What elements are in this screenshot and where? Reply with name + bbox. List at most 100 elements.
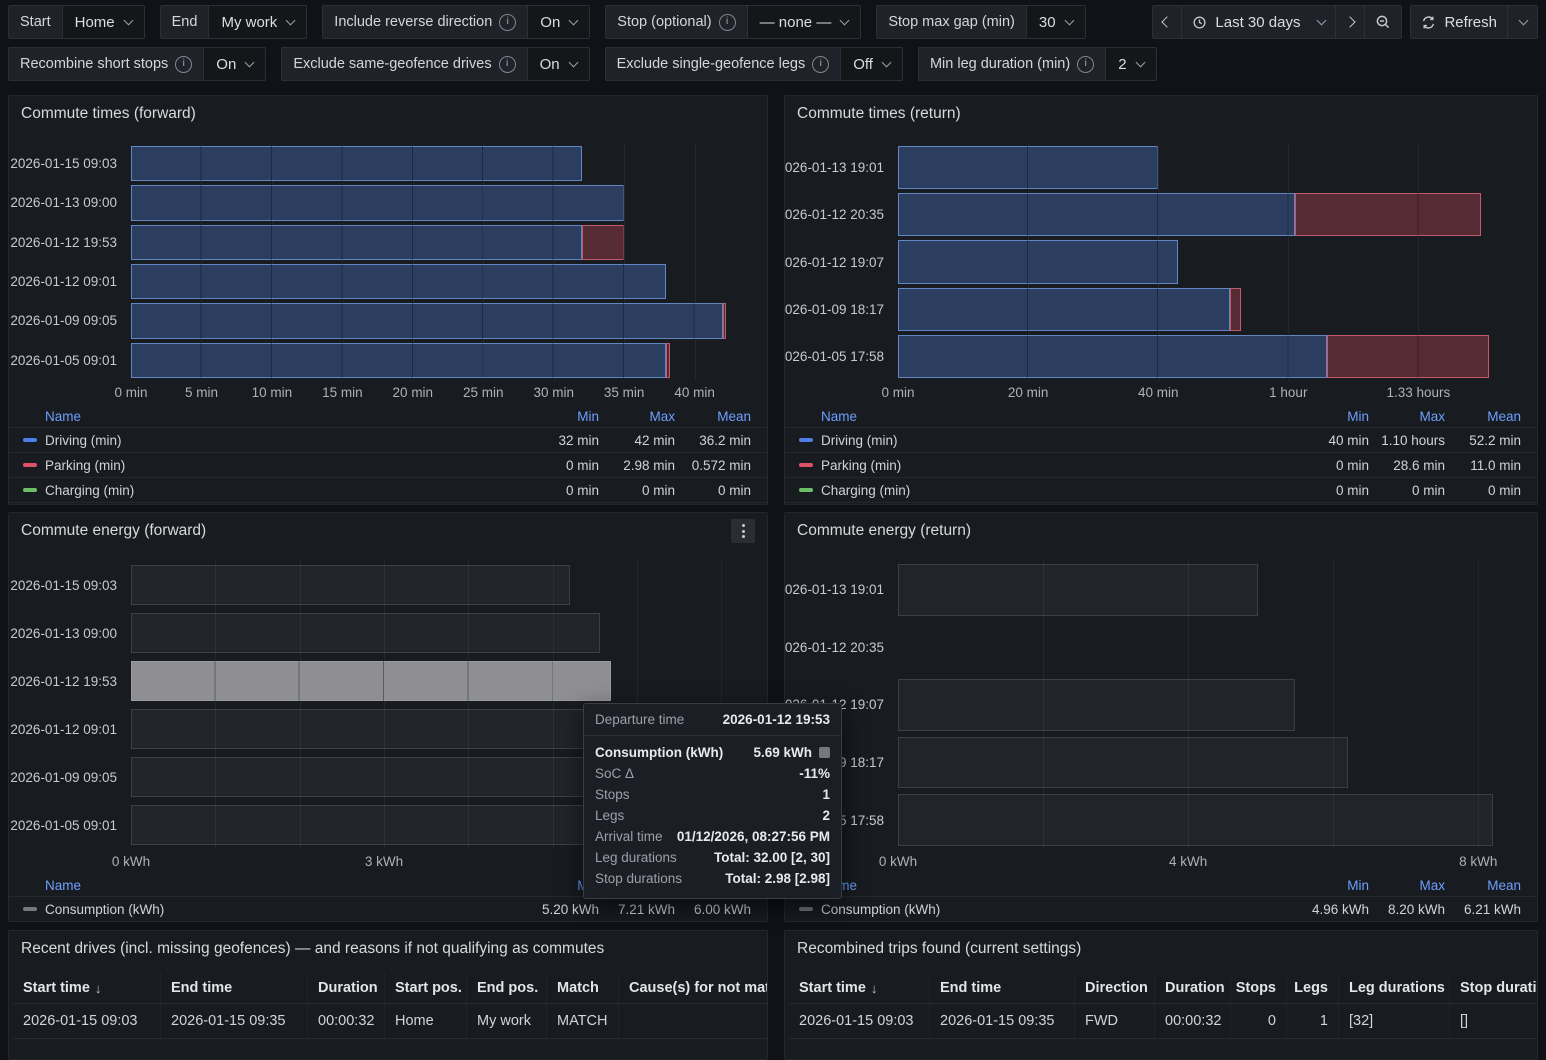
legend-table: NameMinMaxMeanConsumption (kWh)4.96 kWh8… [785,875,1537,922]
bar-consumption[interactable] [131,709,654,749]
bar-consumption[interactable] [898,794,1493,846]
column-header[interactable]: End time [930,973,1075,1003]
legend-series-toggle[interactable]: Driving (min) [23,433,523,448]
legend-series-swatch [799,488,813,492]
time-range-back-button[interactable] [1153,6,1182,38]
x-axis-tick-label: 10 min [252,385,293,400]
tooltip-row: SoC Δ-11% [595,763,830,784]
table-row: 2026-01-15 09:032026-01-15 09:3500:00:32… [13,1003,767,1039]
info-icon[interactable]: i [175,56,192,73]
legend-series-toggle[interactable]: Charging (min) [799,483,1293,498]
control-label-text: Recombine short stops [20,56,168,72]
legend-header-mean[interactable]: Mean [675,409,751,424]
info-icon[interactable]: i [499,56,516,73]
legend-header-name: Name [23,878,523,893]
control-value-text: On [216,56,236,73]
controls-row-1: StartHomeEndMy workInclude reverse direc… [8,5,1086,39]
control-label-text: Min leg duration (min) [930,56,1070,72]
legend-series-toggle[interactable]: Consumption (kWh) [799,902,1293,917]
column-header-label: Leg durations [1349,980,1445,996]
chart-row: 2026-01-12 19:53 [9,223,767,262]
legend-series-toggle[interactable]: Parking (min) [23,458,523,473]
column-header[interactable]: Start time↓ [13,973,161,1003]
bar-grid-overlay [898,193,1481,236]
column-header[interactable]: End time [161,973,308,1003]
control-value-dropdown[interactable]: My work [209,6,306,38]
column-header[interactable]: Start time↓ [789,973,930,1003]
bar-consumption[interactable] [131,805,649,845]
bar-track [898,286,1529,333]
tooltip-value-text: 5.69 kWh [753,745,812,760]
legend-series-name: Charging (min) [45,483,134,498]
time-range-picker-button[interactable]: Last 30 days [1182,6,1336,38]
column-header[interactable]: End pos. [467,973,547,1003]
legend-max-value: 8.20 kWh [1369,902,1445,917]
control-value-dropdown[interactable]: — none — [748,6,861,38]
bar-track [898,619,1529,677]
panel-recent-drives: Recent drives (incl. missing geofences) … [8,930,768,1060]
legend-series-toggle[interactable]: Charging (min) [23,483,523,498]
info-icon[interactable]: i [812,56,829,73]
column-header[interactable]: Duration [308,973,385,1003]
plot-area: 2026-01-13 19:012026-01-12 20:352026-01-… [785,561,1537,849]
bar-consumption[interactable] [898,737,1348,789]
bar-consumption[interactable] [131,613,600,653]
bar-consumption[interactable] [898,564,1258,616]
legend-header-max[interactable]: Max [599,409,675,424]
bar-track [131,301,751,340]
bar-grid-overlay [131,185,624,220]
control-value-dropdown[interactable]: 2 [1106,48,1155,80]
legend-header-mean[interactable]: Mean [1445,878,1521,893]
control-value-dropdown[interactable]: On [528,6,589,38]
legend-header-max[interactable]: Max [1369,409,1445,424]
legend-header-min[interactable]: Min [1293,878,1369,893]
info-icon[interactable]: i [719,14,736,31]
column-header[interactable]: Stop durations [1450,973,1537,1003]
column-header[interactable]: Match [547,973,619,1003]
legend-row: Driving (min)32 min42 min36.2 min [9,427,767,452]
legend-series-name: Driving (min) [45,433,122,448]
legend-header-min[interactable]: Min [523,409,599,424]
control-value-dropdown[interactable]: On [204,48,265,80]
column-header[interactable]: Cause(s) for not matching [619,973,767,1003]
bar-consumption[interactable] [131,565,570,605]
time-range-forward-button[interactable] [1336,6,1365,38]
info-icon[interactable]: i [1077,56,1094,73]
control-label: Recombine short stops i [9,48,204,80]
legend-series-swatch [23,488,37,492]
legend-header-min[interactable]: Min [1293,409,1369,424]
panel-menu-icon[interactable] [731,519,755,543]
column-header[interactable]: Legs [1287,973,1339,1003]
legend-series-toggle[interactable]: Parking (min) [799,458,1293,473]
column-header[interactable]: Duration [1155,973,1231,1003]
control-value-dropdown[interactable]: Off [841,48,902,80]
y-axis-label: 2026-01-12 20:35 [785,191,898,238]
tooltip-series-swatch [819,747,830,758]
legend-header-max[interactable]: Max [1369,878,1445,893]
column-header[interactable]: Stops [1231,973,1287,1003]
info-icon[interactable]: i [499,14,516,31]
time-range-zoom-out-button[interactable] [1365,6,1401,38]
x-axis-tick-label: 0 kWh [112,854,150,869]
refresh-interval-dropdown[interactable] [1508,6,1537,38]
refresh-icon [1421,15,1436,30]
column-header[interactable]: Leg durations [1339,973,1450,1003]
bar-consumption[interactable] [898,679,1295,731]
legend-header-name: Name [799,878,1293,893]
table-cell: My work [467,1004,547,1038]
bar-grid-overlay [898,288,1241,331]
clock-icon [1192,15,1207,30]
legend-series-toggle[interactable]: Driving (min) [799,433,1293,448]
control-value-dropdown[interactable]: 30 [1027,6,1085,38]
legend-header-mean[interactable]: Mean [1445,409,1521,424]
chevron-down-icon [245,57,255,67]
control-value-dropdown[interactable]: Home [63,6,144,38]
column-header[interactable]: Direction [1075,973,1155,1003]
refresh-button[interactable]: Refresh [1411,6,1508,38]
legend-series-toggle[interactable]: Consumption (kWh) [23,902,523,917]
column-header[interactable]: Start pos. [385,973,467,1003]
control-value-dropdown[interactable]: On [528,48,589,80]
legend-header-row: NameMinMaxMean [785,875,1537,896]
x-axis: 0 min20 min40 min1 hour1.33 hours [898,380,1529,404]
panel-title: Recent drives (incl. missing geofences) … [21,940,604,958]
